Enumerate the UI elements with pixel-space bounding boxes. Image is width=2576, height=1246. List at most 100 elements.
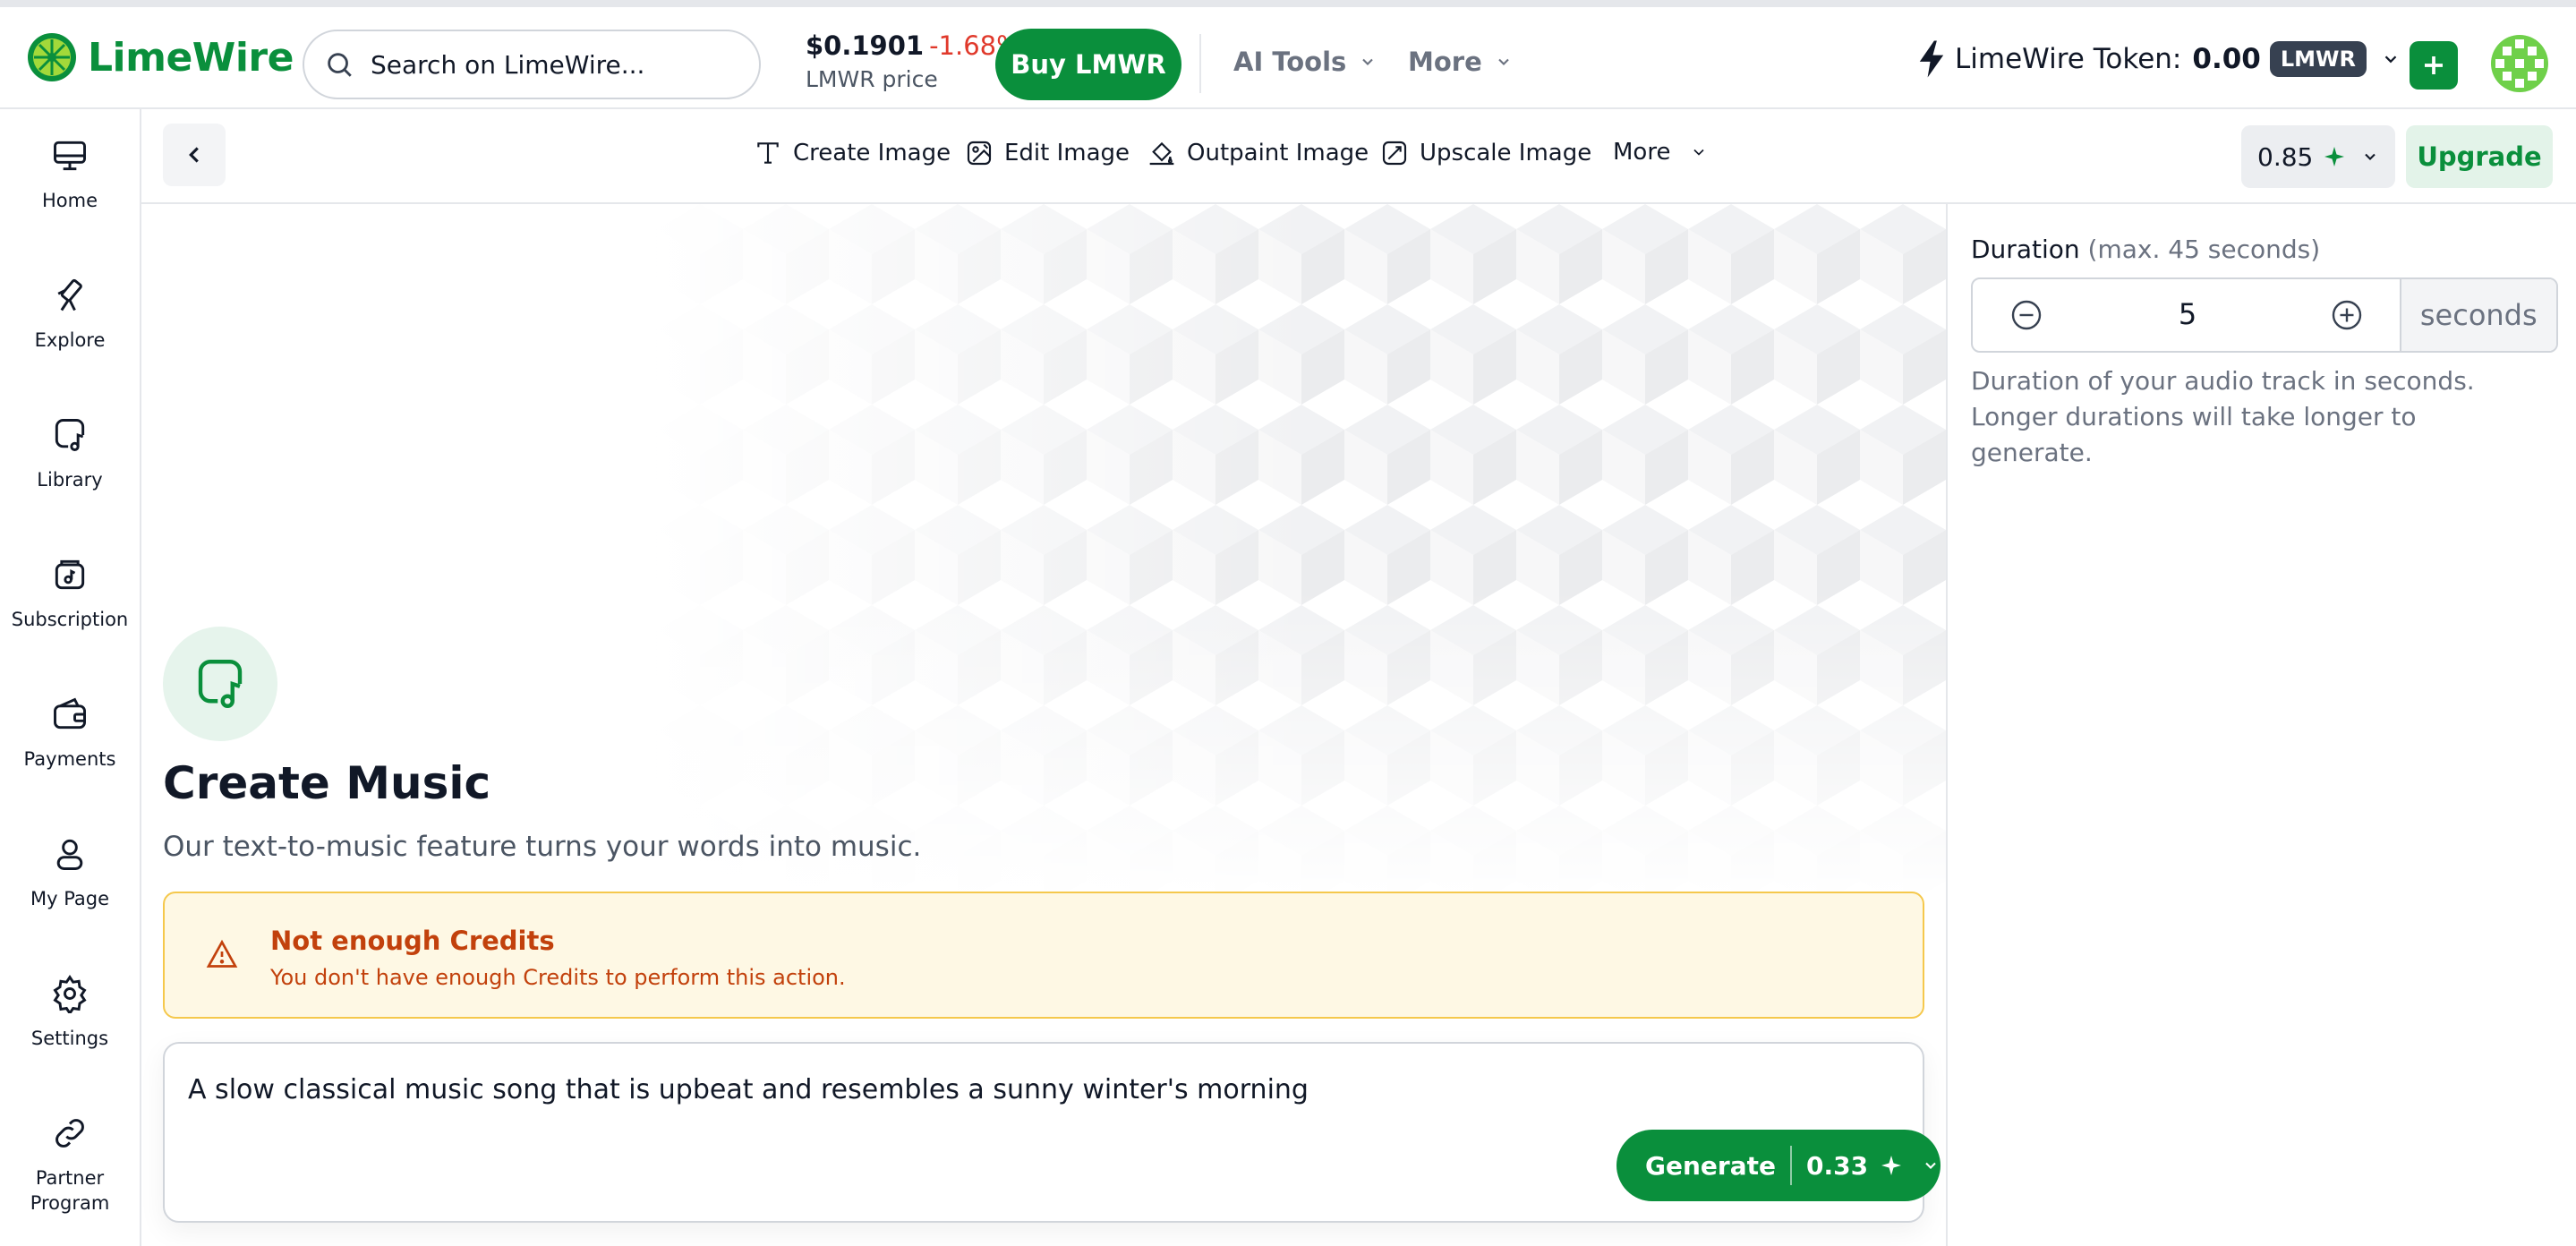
main-content: Create Music Our text-to-music feature t… [141,204,1946,1246]
duration-stepper-body: 5 [1973,279,2400,351]
alert-message: You don't have enough Credits to perform… [270,965,846,990]
chevron-down-icon [1495,53,1513,71]
credits-value: 0.85 [2257,142,2313,172]
back-button[interactable] [163,124,226,186]
duration-label-text: Duration [1971,235,2080,264]
generate-label: Generate [1645,1151,1776,1181]
tab-more[interactable]: More [1613,139,1708,166]
page: LimeWire $0.1901-1.68% LMWR price Buy LM… [0,0,2576,1246]
user-icon [50,834,90,874]
duration-description: Duration of your audio track in seconds.… [1971,363,2544,471]
tab-outpaint-image[interactable]: Outpaint Image [1147,139,1369,167]
sidebar-item-subscription[interactable]: Subscription [0,555,140,632]
paint-bucket-icon [1147,139,1176,167]
sidebar-item-my-page[interactable]: My Page [0,834,140,911]
duration-hint: (max. 45 seconds) [2088,235,2321,264]
text-icon [754,139,782,167]
sidebar-item-label: Explore [0,328,140,353]
more-menu[interactable]: More [1408,47,1513,77]
sparkle-icon [1881,1155,1902,1176]
divider [1199,34,1201,93]
generate-cost: 0.33 [1806,1151,1868,1181]
chevron-down-icon [2361,148,2379,166]
upscale-icon [1380,139,1409,167]
tool-label: Outpaint Image [1187,140,1369,166]
sparkle-icon [2324,146,2345,167]
alert-title: Not enough Credits [270,926,555,956]
sidebar-item-partner-program[interactable]: Partner Program [0,1114,140,1216]
sidebar-item-label: Payments [0,747,140,772]
sidebar: Home Explore Library Subscription Paymen… [0,109,141,1246]
sidebar-item-label: My Page [0,886,140,911]
tab-upscale-image[interactable]: Upscale Image [1380,139,1591,167]
music-note-icon [50,415,90,455]
sidebar-item-payments[interactable]: Payments [0,695,140,772]
prompt-text[interactable]: A slow classical music song that is upbe… [188,1074,1309,1105]
tool-label: Create Image [793,140,951,166]
chevron-left-icon [181,141,208,168]
duration-stepper: 5 seconds [1971,277,2558,353]
logo[interactable]: LimeWire [27,32,294,82]
tool-label: Upscale Image [1420,140,1591,166]
tool-bar: Create Image Edit Image Outpaint Image U… [141,109,2576,204]
warning-icon [206,938,238,970]
credits-selector[interactable]: 0.85 [2241,125,2395,188]
plus-circle-icon[interactable] [2331,299,2363,331]
tab-edit-image[interactable]: Edit Image [965,139,1130,167]
search-input[interactable] [371,50,729,80]
price-value: $0.1901 [806,30,924,61]
wallet-icon [50,695,90,734]
tab-create-image[interactable]: Create Image [754,139,951,167]
lmwr-price: $0.1901-1.68% LMWR price [806,30,1021,92]
sidebar-item-label: Settings [0,1026,140,1051]
sidebar-item-label: Partner Program [21,1165,119,1216]
sidebar-item-label: Library [0,467,140,492]
avatar[interactable] [2490,34,2549,93]
link-icon [50,1114,90,1153]
chevron-down-icon [1690,143,1708,161]
sidebar-item-label: Subscription [0,607,140,632]
token-balance[interactable]: LimeWire Token: 0.00 LMWR [1915,39,2401,79]
settings-panel: Duration (max. 45 seconds) 5 seconds Dur… [1946,204,2576,1246]
minus-circle-icon[interactable] [2010,299,2043,331]
chevron-down-icon [1922,1156,1940,1174]
edit-image-icon [965,139,994,167]
search-icon [324,49,354,80]
music-feature-badge [163,627,277,741]
buy-lmwr-button[interactable]: Buy LMWR [995,29,1181,100]
token-value: 0.00 [2192,43,2261,75]
token-label: LimeWire Token: [1955,43,2181,75]
divider [1790,1146,1792,1185]
ai-tools-menu[interactable]: AI Tools [1233,47,1377,77]
sidebar-item-home[interactable]: Home [0,136,140,213]
lime-logo-icon [27,32,77,82]
search-box[interactable] [303,30,761,99]
duration-value[interactable]: 5 [2152,297,2223,331]
telescope-icon [50,276,90,315]
more-label: More [1408,47,1482,77]
music-note-icon [191,654,250,713]
page-subtitle: Our text-to-music feature turns your wor… [163,831,921,863]
sidebar-item-label: Home [0,188,140,213]
gear-icon [50,974,90,1013]
lightning-icon [1915,39,1948,79]
subscription-icon [50,555,90,594]
token-symbol: LMWR [2270,41,2367,77]
duration-label: Duration (max. 45 seconds) [1971,235,2320,264]
plus-icon [2420,52,2447,79]
price-label: LMWR price [806,66,1021,92]
add-button[interactable] [2410,41,2458,90]
sidebar-item-settings[interactable]: Settings [0,974,140,1051]
generate-button[interactable]: Generate 0.33 [1616,1130,1941,1201]
tool-label: More [1613,139,1670,166]
page-title: Create Music [163,757,490,809]
monitor-icon [50,136,90,175]
upgrade-button[interactable]: Upgrade [2406,125,2553,188]
tool-label: Edit Image [1004,140,1130,166]
duration-unit: seconds [2400,279,2556,351]
chevron-down-icon [2381,49,2401,69]
sidebar-item-explore[interactable]: Explore [0,276,140,353]
sidebar-item-library[interactable]: Library [0,415,140,492]
prompt-input[interactable]: A slow classical music song that is upbe… [163,1042,1924,1223]
brand-name: LimeWire [88,35,294,81]
